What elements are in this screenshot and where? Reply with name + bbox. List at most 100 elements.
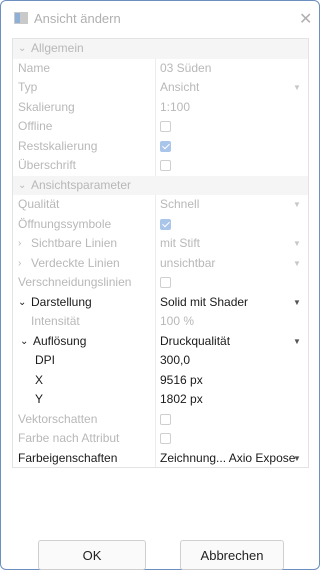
dropdown-arrow-icon[interactable]: ▼ [293, 254, 301, 274]
property-value[interactable]: 9516 px [160, 371, 203, 391]
column-divider [155, 78, 156, 98]
column-divider [155, 292, 156, 312]
property-checkbox[interactable] [160, 121, 171, 132]
chevron-down-icon[interactable]: ⌄ [18, 293, 26, 313]
property-value[interactable]: 1802 px [160, 390, 203, 410]
property-row[interactable]: Intensität 100 % [13, 312, 308, 332]
property-row[interactable]: DPI 300,0 [13, 351, 308, 371]
close-icon[interactable]: ✕ [299, 9, 312, 29]
chevron-down-icon[interactable]: ⌄ [18, 176, 26, 196]
title-bar: Ansicht ändern ✕ [1, 1, 319, 35]
property-name: Auflösung [33, 333, 87, 348]
property-row[interactable]: Verschneidungslinien [13, 273, 308, 293]
property-name: Überschrift [18, 158, 77, 172]
property-row[interactable]: Y 1802 px [13, 390, 308, 410]
property-value[interactable]: Ansicht [160, 78, 199, 98]
property-value[interactable]: Druckqualität [160, 332, 230, 352]
column-divider [155, 136, 156, 156]
property-value[interactable]: Solid mit Shader [160, 293, 248, 313]
dropdown-arrow-icon[interactable]: ▼ [293, 234, 301, 254]
property-name: Ansichtsparameter [31, 177, 132, 192]
property-row[interactable]: Überschrift [13, 156, 308, 176]
property-checkbox[interactable] [160, 433, 171, 444]
property-name: Farbe nach Attribut [18, 431, 120, 445]
property-checkbox[interactable] [160, 140, 171, 152]
column-divider [155, 390, 156, 410]
column-divider [155, 156, 156, 176]
column-divider [155, 448, 156, 467]
property-name: Typ [18, 80, 38, 94]
dropdown-arrow-icon[interactable]: ▼ [293, 449, 301, 468]
property-name: Intensität [31, 314, 80, 328]
property-name: Darstellung [31, 294, 92, 309]
chevron-down-icon[interactable]: ⌄ [18, 39, 26, 59]
property-row[interactable]: › Sichtbare Linien mit Stift ▼ [13, 234, 308, 254]
property-value[interactable]: 100 % [160, 312, 194, 332]
property-row[interactable]: Farbeigenschaften Zeichnung... Axio Expos… [13, 448, 308, 468]
property-name: X [35, 372, 44, 387]
property-row[interactable]: ⌄ Ansichtsparameter [13, 175, 308, 196]
property-name: DPI [35, 353, 56, 367]
column-divider [155, 370, 156, 390]
property-row[interactable]: Vektorschatten [13, 409, 308, 429]
dropdown-arrow-icon[interactable]: ▼ [293, 78, 301, 98]
property-row[interactable]: Restskalierung [13, 136, 308, 156]
property-name: Verdeckte Linien [31, 255, 120, 270]
property-row[interactable]: ⌄ Allgemein [13, 39, 308, 59]
dialog-title: Ansicht ändern [34, 11, 121, 26]
column-divider [155, 331, 156, 351]
property-value[interactable]: 300,0 [160, 351, 190, 371]
column-divider [155, 117, 156, 137]
property-row[interactable]: › Verdeckte Linien unsichtbar ▼ [13, 253, 308, 274]
property-row[interactable]: Farbe nach Attribut [13, 429, 308, 449]
view-icon [14, 12, 28, 24]
property-checkbox[interactable] [160, 413, 171, 425]
property-grid: ⌄ Allgemein Name 03 Süden Typ Ansicht ▼ Skalier… [12, 38, 309, 468]
property-value[interactable]: Schnell [160, 195, 199, 215]
dropdown-arrow-icon[interactable]: ▼ [293, 332, 301, 352]
cancel-button[interactable]: Abbrechen [180, 540, 284, 570]
dropdown-arrow-icon[interactable]: ▼ [293, 293, 301, 313]
view-settings-dialog: Ansicht ändern ✕ ⌄ Allgemein Name 03 Süden T… [0, 0, 320, 570]
property-checkbox[interactable] [160, 218, 171, 230]
property-row[interactable]: Offline [13, 117, 308, 137]
property-value[interactable]: unsichtbar [160, 254, 215, 274]
property-checkbox[interactable] [160, 160, 171, 171]
chevron-down-icon[interactable]: ⌄ [20, 332, 28, 352]
property-name: Y [35, 392, 44, 406]
property-name: Offline [18, 119, 53, 133]
property-value[interactable]: mit Stift [160, 234, 200, 254]
property-row[interactable]: Skalierung 1:100 [13, 97, 308, 118]
property-row[interactable]: X 9516 px [13, 370, 308, 391]
property-row[interactable]: Qualität Schnell ▼ [13, 195, 308, 215]
property-checkbox[interactable] [160, 277, 171, 288]
property-row[interactable]: ⌄ Darstellung Solid mit Shader ▼ [13, 292, 308, 313]
property-row[interactable]: Name 03 Süden [13, 58, 308, 79]
column-divider [155, 97, 156, 117]
property-row[interactable]: Öffnungssymbole [13, 214, 308, 234]
column-divider [155, 58, 156, 78]
chevron-right-icon[interactable]: › [18, 234, 21, 254]
column-divider [155, 214, 156, 234]
column-divider [155, 429, 156, 449]
property-name: Verschneidungslinien [18, 275, 132, 289]
column-divider [155, 351, 156, 371]
property-name: Qualität [18, 197, 60, 211]
property-value[interactable]: Zeichnung... Axio Expose [160, 449, 295, 468]
property-row[interactable]: Typ Ansicht ▼ [13, 78, 308, 98]
column-divider [155, 273, 156, 293]
chevron-right-icon[interactable]: › [18, 254, 21, 274]
column-divider [155, 234, 156, 254]
dropdown-arrow-icon[interactable]: ▼ [293, 195, 301, 215]
property-value[interactable]: 1:100 [160, 98, 190, 118]
ok-button[interactable]: OK [38, 540, 146, 570]
column-divider [155, 195, 156, 215]
property-name: Skalierung [18, 99, 75, 114]
column-divider [155, 409, 156, 429]
property-name: Vektorschatten [18, 411, 98, 426]
property-value[interactable]: 03 Süden [160, 59, 211, 79]
property-name: Farbeigenschaften [18, 450, 118, 465]
property-name: Öffnungssymbole [18, 216, 112, 231]
property-name: Name [18, 60, 51, 75]
property-row[interactable]: ⌄ Auflösung Druckqualität ▼ [13, 331, 308, 352]
